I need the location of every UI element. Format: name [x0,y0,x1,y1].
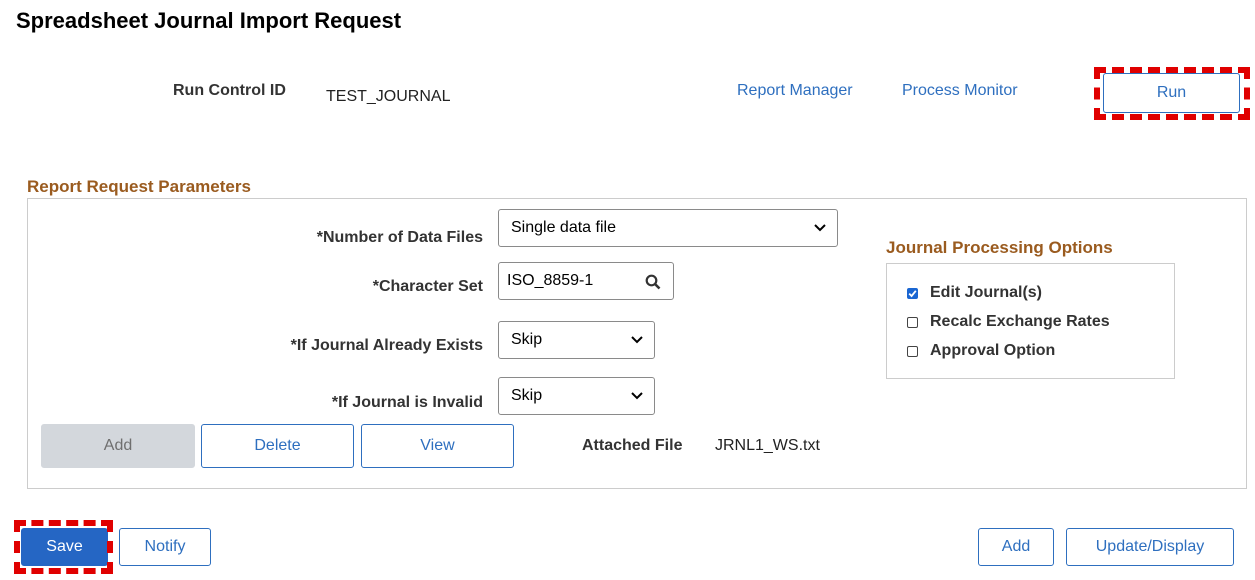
journal-invalid-label: *If Journal is Invalid [331,394,483,411]
check-icon [908,289,917,297]
journal-invalid-select[interactable]: Skip [498,377,655,415]
attached-file-label: Attached File [582,437,683,454]
process-monitor-link[interactable]: Process Monitor [902,82,1018,100]
number-of-data-files-value: Single data file [511,219,616,236]
report-manager-link[interactable]: Report Manager [737,82,853,100]
notify-button[interactable]: Notify [119,528,211,566]
edit-journals-option[interactable]: Edit Journal(s) [907,284,1042,302]
character-set-value: ISO_8859-1 [507,272,594,289]
recalc-exchange-rates-label: Recalc Exchange Rates [930,313,1110,330]
character-set-input[interactable]: ISO_8859-1 [498,262,674,300]
delete-file-button[interactable]: Delete [201,424,354,468]
report-request-parameters-title: Report Request Parameters [27,177,251,196]
view-file-button[interactable]: View [361,424,514,468]
chevron-down-icon [814,224,826,232]
run-control-id-label: Run Control ID [173,82,286,99]
character-set-label: *Character Set [372,278,483,295]
save-button[interactable]: Save [21,528,108,566]
recalc-exchange-rates-option[interactable]: Recalc Exchange Rates [907,313,1110,331]
edit-journals-checkbox[interactable] [907,287,918,299]
update-display-button[interactable]: Update/Display [1066,528,1234,566]
chevron-down-icon [631,336,643,344]
run-button[interactable]: Run [1103,73,1240,113]
approval-option-checkbox[interactable] [907,345,918,357]
add-file-button[interactable]: Add [41,424,195,468]
journal-processing-options-title: Journal Processing Options [886,238,1113,257]
recalc-exchange-rates-checkbox[interactable] [907,316,918,328]
chevron-down-icon [631,392,643,400]
add-button[interactable]: Add [978,528,1054,566]
journal-already-exists-select[interactable]: Skip [498,321,655,359]
edit-journals-label: Edit Journal(s) [930,284,1043,301]
approval-option-option[interactable]: Approval Option [907,342,1055,360]
number-of-data-files-label: *Number of Data Files [316,229,483,246]
search-icon[interactable] [645,274,661,290]
run-control-id-value: TEST_JOURNAL [326,88,451,105]
page-title: Spreadsheet Journal Import Request [16,8,402,33]
journal-invalid-value: Skip [511,387,543,404]
attached-file-value: JRNL1_WS.txt [715,437,820,454]
journal-already-exists-value: Skip [511,331,543,348]
approval-option-label: Approval Option [930,342,1056,359]
journal-already-exists-label: *If Journal Already Exists [290,337,483,354]
number-of-data-files-select[interactable]: Single data file [498,209,838,247]
